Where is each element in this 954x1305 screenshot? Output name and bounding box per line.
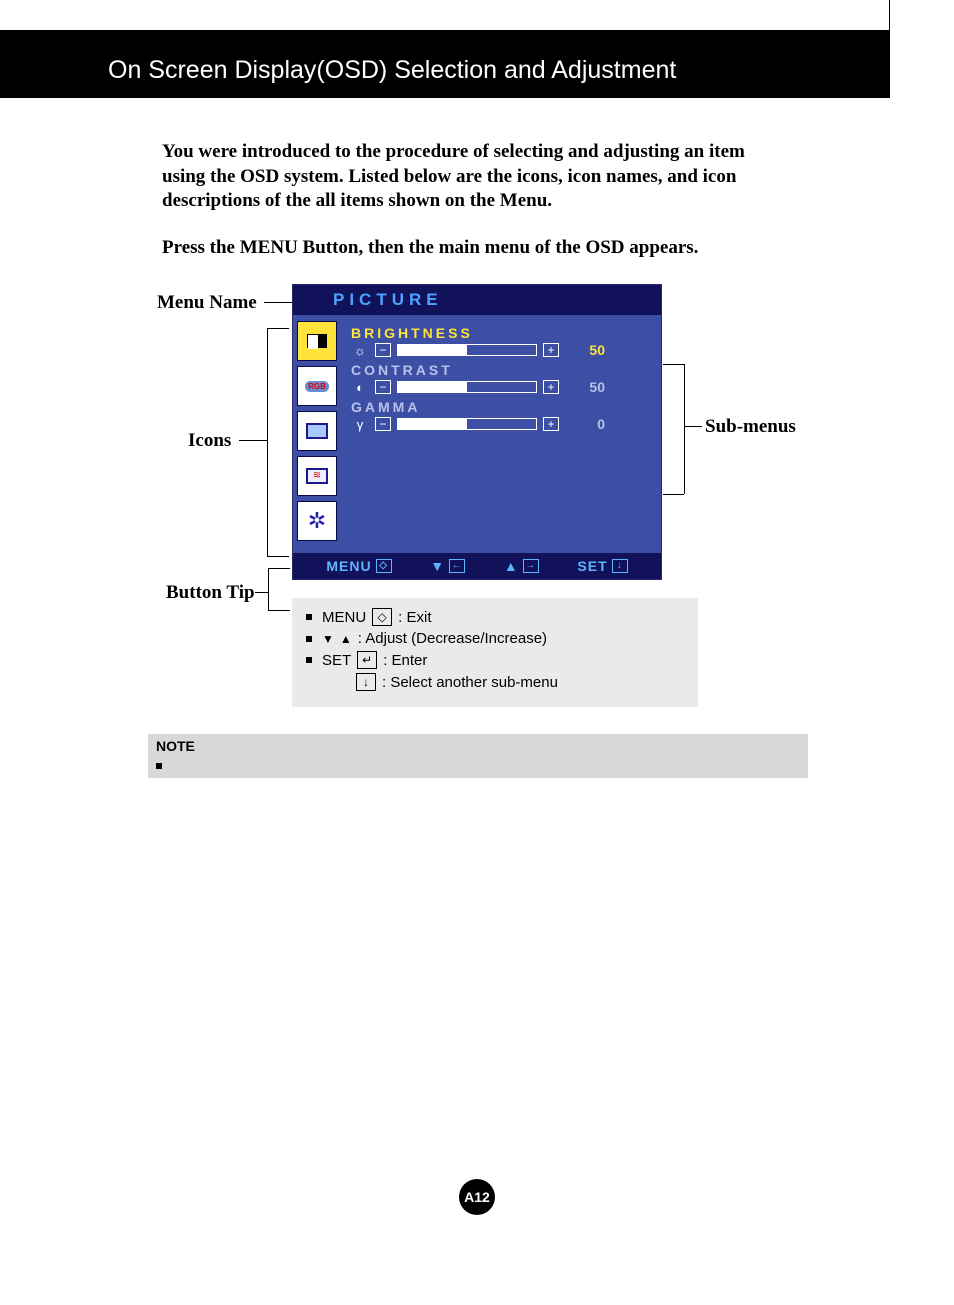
connector (264, 302, 292, 303)
footer-set-label: SET (577, 558, 607, 574)
bullet-icon (306, 636, 312, 642)
tip-select: : Select another sub-menu (382, 674, 558, 691)
slider-fill (398, 345, 467, 355)
minus-button[interactable]: − (375, 380, 391, 394)
bullet-icon (156, 763, 162, 769)
note-box: NOTE (148, 734, 808, 778)
tip-row: ↓ : Select another sub-menu (306, 673, 684, 691)
footer-down: ▼← (430, 558, 465, 574)
osd-body: RGB ≋ ✲ BRIGHTNESS ☼ − + 50 CON (293, 315, 661, 553)
slider-bar[interactable] (397, 418, 537, 430)
connector (663, 364, 684, 365)
label-submenus: Sub-menus (705, 416, 796, 438)
intro-text: You were introduced to the procedure of … (162, 140, 782, 283)
osd-window: PICTURE RGB ≋ ✲ BRIGHTNESS ☼ − + 50 (292, 284, 662, 580)
slider-bar[interactable] (397, 344, 537, 356)
note-title: NOTE (156, 738, 800, 754)
exit-icon: ◇ (376, 559, 392, 573)
tip-set: SET (322, 652, 351, 669)
osd-menu-name: PICTURE (293, 285, 661, 315)
connector (268, 568, 290, 569)
submenu-value: 50 (575, 342, 605, 358)
osd-footer: MENU ◇ ▼← ▲→ SET ↓ (293, 553, 661, 579)
minus-button[interactable]: − (375, 343, 391, 357)
slider-row: ◐ − + 50 (351, 379, 643, 395)
up-triangle-icon: ▲ (340, 632, 352, 646)
submenu-label: GAMMA (351, 399, 643, 415)
submenu-value: 50 (575, 379, 605, 395)
submenu-value: 0 (575, 416, 605, 432)
slider-fill (398, 419, 467, 429)
connector (267, 328, 289, 329)
slider-bar[interactable] (397, 381, 537, 393)
footer-set: SET ↓ (577, 558, 627, 574)
connector (268, 568, 269, 610)
label-button-tip: Button Tip (166, 582, 255, 604)
connector (663, 494, 684, 495)
sun-icon: ☼ (351, 342, 369, 358)
osd-icon-setup[interactable]: ✲ (297, 501, 337, 541)
left-icon: ← (449, 559, 465, 573)
slider-row: ☼ − + 50 (351, 342, 643, 358)
footer-menu-label: MENU (326, 558, 371, 574)
tip-menu: MENU (322, 609, 366, 626)
minus-button[interactable]: − (375, 417, 391, 431)
footer-menu: MENU ◇ (326, 558, 391, 574)
right-icon: → (523, 559, 539, 573)
slider-row: γ − + 0 (351, 416, 643, 432)
tip-adjust: : Adjust (Decrease/Increase) (358, 630, 547, 647)
osd-icon-color[interactable]: RGB (297, 366, 337, 406)
connector (684, 426, 702, 427)
page-title: On Screen Display(OSD) Selection and Adj… (108, 56, 676, 85)
exit-key-icon: ◇ (372, 608, 392, 626)
brightness-contrast-icon (307, 334, 327, 348)
screen-icon (306, 423, 328, 439)
submenu-brightness[interactable]: BRIGHTNESS ☼ − + 50 (351, 325, 643, 358)
slider-fill (398, 382, 467, 392)
down-key-icon: ↓ (356, 673, 376, 691)
osd-icon-tracking[interactable]: ≋ (297, 456, 337, 496)
connector (239, 440, 267, 441)
enter-key-icon: ↵ (357, 651, 377, 669)
down-triangle-icon: ▼ (322, 632, 334, 646)
plus-button[interactable]: + (543, 343, 559, 357)
submenu-contrast[interactable]: CONTRAST ◐ − + 50 (351, 362, 643, 395)
bullet-icon (306, 657, 312, 663)
setup-icon: ✲ (308, 508, 326, 534)
connector (267, 328, 268, 556)
button-tip-box: MENU ◇ : Exit ▼ ▲ : Adjust (Decrease/Inc… (292, 598, 698, 707)
tip-enter: : Enter (383, 652, 427, 669)
connector (268, 610, 290, 611)
tip-row: SET ↵ : Enter (306, 651, 684, 669)
tip-exit: : Exit (398, 609, 431, 626)
connector (684, 364, 685, 494)
intro-p1: You were introduced to the procedure of … (162, 140, 782, 214)
down-icon: ↓ (612, 559, 628, 573)
wavy-icon: ≋ (306, 468, 328, 484)
osd-icon-position[interactable] (297, 411, 337, 451)
vertical-rule (889, 0, 890, 30)
connector (255, 592, 268, 593)
gamma-icon: γ (351, 416, 369, 432)
submenu-label: CONTRAST (351, 362, 643, 378)
plus-button[interactable]: + (543, 417, 559, 431)
rgb-icon: RGB (304, 380, 330, 393)
submenu-label: BRIGHTNESS (351, 325, 643, 341)
label-menu-name: Menu Name (157, 292, 257, 314)
plus-button[interactable]: + (543, 380, 559, 394)
label-icons: Icons (188, 430, 231, 452)
footer-up: ▲→ (504, 558, 539, 574)
bullet-icon (306, 614, 312, 620)
contrast-icon: ◐ (351, 379, 369, 395)
tip-row: ▼ ▲ : Adjust (Decrease/Increase) (306, 630, 684, 647)
osd-submenus: BRIGHTNESS ☼ − + 50 CONTRAST ◐ − (343, 315, 661, 553)
osd-icon-column: RGB ≋ ✲ (293, 315, 343, 553)
intro-p2: Press the MENU Button, then the main men… (162, 236, 782, 261)
page-number: A12 (459, 1179, 495, 1215)
osd-icon-picture[interactable] (297, 321, 337, 361)
tip-row: MENU ◇ : Exit (306, 608, 684, 626)
submenu-gamma[interactable]: GAMMA γ − + 0 (351, 399, 643, 432)
connector (267, 556, 289, 557)
